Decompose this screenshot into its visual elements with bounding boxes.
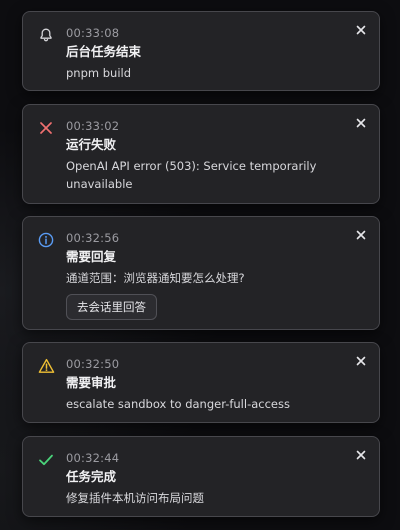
notification-time: 00:32:44 xyxy=(66,451,120,465)
notification-title: 任务完成 xyxy=(66,469,117,484)
notification-card-task-complete[interactable]: 00:32:44 任务完成 修复插件本机访问布局问题 xyxy=(22,436,380,517)
notification-time: 00:32:56 xyxy=(66,231,120,245)
notification-time: 00:33:08 xyxy=(66,26,120,40)
notification-time: 00:32:50 xyxy=(66,357,120,371)
notification-detail: OpenAI API error (503): Service temporar… xyxy=(66,159,317,191)
go-to-conversation-button[interactable]: 去会话里回答 xyxy=(66,294,157,320)
notification-card-reply-needed[interactable]: 00:32:56 需要回复 通道范围：浏览器通知要怎么处理? 去会话里回答 xyxy=(22,216,380,330)
notification-title: 后台任务结束 xyxy=(66,44,142,59)
notification-card-background-task[interactable]: 00:33:08 后台任务结束 pnpm build xyxy=(22,11,380,91)
notification-detail: 通道范围：浏览器通知要怎么处理? xyxy=(66,271,245,285)
info-icon xyxy=(37,231,55,249)
close-icon[interactable] xyxy=(354,228,368,242)
notification-detail: escalate sandbox to danger-full-access xyxy=(66,397,290,411)
notification-stack: 00:33:08 后台任务结束 pnpm build 00:33:02 运行失败… xyxy=(0,0,400,530)
close-icon[interactable] xyxy=(354,116,368,130)
notification-card-approval-needed[interactable]: 00:32:50 需要审批 escalate sandbox to danger… xyxy=(22,342,380,423)
close-icon[interactable] xyxy=(354,448,368,462)
bell-icon xyxy=(37,26,55,44)
check-icon xyxy=(37,451,55,469)
notification-detail: pnpm build xyxy=(66,66,132,80)
notification-title: 需要回复 xyxy=(66,249,117,264)
close-icon[interactable] xyxy=(354,23,368,37)
notification-title: 需要审批 xyxy=(66,375,117,390)
notification-time: 00:33:02 xyxy=(66,119,120,133)
notification-card-run-failed[interactable]: 00:33:02 运行失败 OpenAI API error (503): Se… xyxy=(22,104,380,204)
notification-title: 运行失败 xyxy=(66,137,117,152)
warning-icon xyxy=(37,357,55,375)
notification-detail: 修复插件本机访问布局问题 xyxy=(66,491,204,505)
error-x-icon xyxy=(37,119,55,137)
close-icon[interactable] xyxy=(354,354,368,368)
